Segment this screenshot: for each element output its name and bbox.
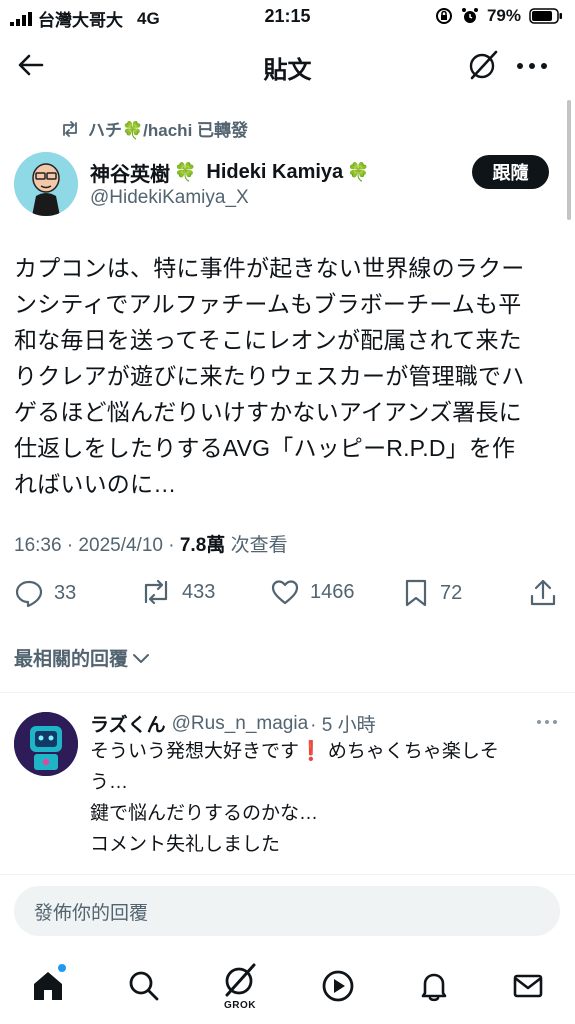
action-bar: 33 433 1466 72 <box>0 578 575 614</box>
repost-icon <box>63 120 77 137</box>
tweet-time: 16:36 · 2025/4/10 · <box>14 535 175 556</box>
reply-more-button[interactable] <box>536 710 558 731</box>
reply-count: 33 <box>54 581 77 604</box>
reply-avatar[interactable] <box>14 712 78 776</box>
tweet-meta: 16:36 · 2025/4/10 · 7.8萬 次查看 <box>14 530 288 557</box>
reply-avatar-illustration <box>14 712 78 776</box>
divider <box>0 692 575 693</box>
share-button[interactable] <box>528 578 558 608</box>
scrollbar[interactable] <box>567 100 571 220</box>
reply-line: う… <box>90 772 129 793</box>
bell-icon <box>421 973 447 1002</box>
view-count[interactable]: 7.8萬 <box>180 535 225 556</box>
repost-icon <box>144 579 168 605</box>
tweet-line: カプコンは、特に事件が起きない世界線のラクー <box>14 255 525 281</box>
header: 貼文 <box>0 34 575 96</box>
tab-notifications[interactable] <box>414 966 454 1006</box>
views-label: 次查看 <box>230 535 288 556</box>
more-horizontal-icon <box>537 720 557 724</box>
bookmark-icon <box>405 579 427 607</box>
mail-icon <box>513 974 543 998</box>
rotation-lock-icon <box>435 8 452 24</box>
heart-icon <box>271 580 299 605</box>
author-avatar-illustration <box>14 152 78 216</box>
tweet-text: カプコンは、特に事件が起きない世界線のラクー ンシティでアルファチームもブラボー… <box>14 250 562 502</box>
tab-video[interactable] <box>318 966 358 1006</box>
tweet-line: ンシティでアルファチームもブラボーチームも平 <box>14 291 522 317</box>
tweet-line: 仕返しをしたりするAVG「ハッピーR.P.D」を作 <box>14 435 516 461</box>
author-name-jp: 神谷英樹 <box>90 164 170 186</box>
follow-button[interactable]: 跟隨 <box>472 155 549 189</box>
reply-compose-input[interactable]: 發佈你的回覆 <box>14 886 560 936</box>
bookmark-button[interactable]: 72 <box>402 578 462 608</box>
clover-emoji: 🍀 <box>174 162 197 182</box>
reply-author-handle[interactable]: @Rus_n_magia <box>172 713 309 735</box>
repost-button[interactable]: 433 <box>140 578 215 606</box>
retweet-indicator[interactable]: ハチ🍀/hachi 已轉發 <box>60 116 248 141</box>
like-button[interactable]: 1466 <box>270 578 355 606</box>
repost-count: 433 <box>182 580 216 603</box>
notification-dot <box>58 964 66 972</box>
reply-sort-dropdown[interactable]: 最相關的回覆 <box>14 644 150 671</box>
play-circle-icon <box>322 970 354 1002</box>
tweet-line: 和な毎日を送ってそこにレオンが配属されて来た <box>14 327 522 353</box>
reply-icon <box>15 580 43 608</box>
reply-time: · 5 小時 <box>310 715 376 736</box>
battery-icon <box>529 8 562 24</box>
alarm-icon <box>461 8 478 23</box>
author-avatar[interactable] <box>14 152 78 216</box>
retweet-text: ハチ🍀/hachi 已轉發 <box>88 121 249 140</box>
home-icon <box>34 972 62 1000</box>
clover-emoji: 🍀 <box>347 162 370 182</box>
reply-line: コメント失礼しました <box>90 834 281 855</box>
reply-text: そういう発想大好きです❗ めちゃくちゃ楽しそ う… 鍵で悩んだりするのかな… コ… <box>90 736 560 860</box>
like-count: 1466 <box>310 580 355 603</box>
tab-search[interactable] <box>124 966 164 1006</box>
share-icon <box>530 579 556 606</box>
author-handle[interactable]: @HidekiKamiya_X <box>90 187 249 209</box>
reply-author-name[interactable]: ラズくん <box>90 710 166 737</box>
tab-home[interactable] <box>28 964 68 1006</box>
bottom-tab-bar: GROK <box>0 956 575 1024</box>
grok-button[interactable] <box>466 48 500 87</box>
status-right: 79% <box>435 6 563 26</box>
divider <box>0 874 575 875</box>
more-button[interactable] <box>516 58 548 76</box>
more-horizontal-icon <box>517 63 547 69</box>
author-name-en: Hideki Kamiya <box>206 161 344 183</box>
search-icon <box>129 971 159 1001</box>
tab-grok[interactable]: GROK <box>218 960 262 1020</box>
bookmark-count: 72 <box>440 581 463 604</box>
tweet-line: ゲるほど悩んだりいけすかないアイアンズ署長に <box>14 399 522 425</box>
grok-icon <box>225 963 256 997</box>
tweet-line: ればいいのに… <box>14 471 177 497</box>
tab-messages[interactable] <box>508 966 548 1006</box>
reply-header: ラズくん @Rus_n_magia · 5 小時 <box>90 710 376 737</box>
reply-line: 鍵で悩んだりするのかな… <box>90 803 319 824</box>
grok-icon <box>469 50 498 80</box>
reply-button[interactable]: 33 <box>14 578 76 608</box>
author-name[interactable]: 神谷英樹 🍀 Hideki Kamiya 🍀 <box>90 158 370 187</box>
tweet-line: りクレアが遊びに来たりウェスカーが管理職でハ <box>14 363 525 389</box>
battery-percent: 79% <box>486 6 521 25</box>
sort-label: 最相關的回覆 <box>14 649 129 670</box>
grok-tab-label: GROK <box>224 1000 256 1011</box>
status-bar: 台灣大哥大 4G 21:15 79% <box>0 0 575 34</box>
reply-line: そういう発想大好きです❗ めちゃくちゃ楽しそ <box>90 741 499 762</box>
chevron-down-icon <box>133 653 150 663</box>
